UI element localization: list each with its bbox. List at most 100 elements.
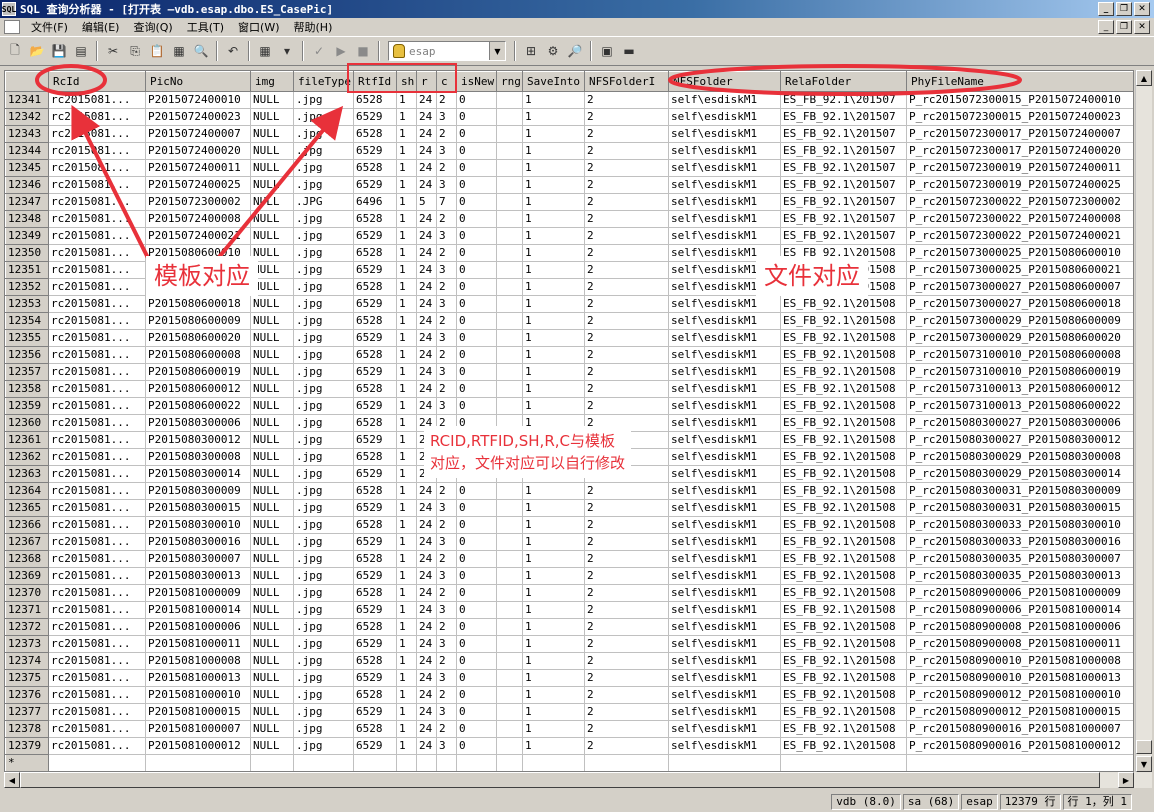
cell-phyfilename[interactable]: P_rc2015073000029_P2015080600020 xyxy=(906,329,1133,347)
cell-rng[interactable] xyxy=(496,499,523,517)
cell-rtfid[interactable]: 6529 xyxy=(353,703,397,721)
cell-c[interactable]: 3 xyxy=(436,601,457,619)
column-header-sh[interactable]: sh xyxy=(396,71,417,92)
cell-filetype[interactable]: .jpg xyxy=(293,159,354,177)
cell-nfsfolder[interactable]: self\esdiskM1 xyxy=(668,295,781,313)
cell-phyfilename[interactable]: P_rc2015080900006_P2015081000009 xyxy=(906,584,1133,602)
cell-nfsfolder[interactable]: self\esdiskM1 xyxy=(668,652,781,670)
cell-rcid[interactable]: rc2015081... xyxy=(48,669,146,687)
menu-window[interactable]: 窗口(W) xyxy=(231,19,286,35)
cell-sh[interactable]: 1 xyxy=(396,312,417,330)
cell-rng[interactable] xyxy=(496,652,523,670)
cell-c[interactable]: 3 xyxy=(436,108,457,126)
cell-isnew[interactable]: 0 xyxy=(456,652,497,670)
table-row[interactable]: 12368 rc2015081... P2015080300007 NULL .jpg 6… xyxy=(5,550,1133,568)
table-row[interactable]: 12359 rc2015081... P2015080600022 NULL .jpg 6… xyxy=(5,397,1133,415)
cell-isnew[interactable]: 0 xyxy=(456,363,497,381)
cell-filetype[interactable]: .jpg xyxy=(293,601,354,619)
cell-r[interactable]: 24 xyxy=(416,244,437,262)
cell-saveinto[interactable]: 1 xyxy=(522,363,585,381)
cell-img[interactable]: NULL xyxy=(250,567,294,585)
cell-nfsfolderi[interactable]: 2 xyxy=(584,482,669,500)
cell-isnew[interactable]: 0 xyxy=(456,516,497,534)
cell-isnew[interactable]: 0 xyxy=(456,142,497,160)
cell-phyfilename[interactable]: P_rc2015080300035_P2015080300013 xyxy=(906,567,1133,585)
cell-saveinto[interactable]: 1 xyxy=(522,516,585,534)
cell-rcid[interactable]: rc2015081... xyxy=(48,329,146,347)
cell-phyfilename[interactable]: P_rc2015073000025_P2015080600010 xyxy=(906,244,1133,262)
cell-phyfilename[interactable]: P_rc2015073000027_P2015080600007 xyxy=(906,278,1133,296)
scroll-right-arrow-icon[interactable]: ▶ xyxy=(1118,772,1134,788)
empty-cell[interactable] xyxy=(496,754,523,771)
cell-filetype[interactable]: .jpg xyxy=(293,550,354,568)
table-row[interactable]: 12366 rc2015081... P2015080300010 NULL .jpg 6… xyxy=(5,516,1133,534)
cell-sh[interactable]: 1 xyxy=(396,499,417,517)
cell-rng[interactable] xyxy=(496,669,523,687)
cell-picno[interactable]: P2015072400020 xyxy=(145,142,251,160)
cell-filetype[interactable]: .jpg xyxy=(293,142,354,160)
cell-r[interactable]: 24 xyxy=(416,295,437,313)
cell-isnew[interactable]: 0 xyxy=(456,329,497,347)
cell-saveinto[interactable]: 1 xyxy=(522,142,585,160)
cell-c[interactable]: 3 xyxy=(436,142,457,160)
cell-c[interactable]: 2 xyxy=(436,720,457,738)
cell-c[interactable]: 2 xyxy=(436,516,457,534)
cell-rtfid[interactable]: 6528 xyxy=(353,618,397,636)
column-header-filetype[interactable]: fileType xyxy=(293,71,354,92)
cell-saveinto[interactable]: 1 xyxy=(522,499,585,517)
cell-relafolder[interactable]: ES_FB_92.1\201508 xyxy=(780,465,907,483)
cell-filetype[interactable]: .jpg xyxy=(293,499,354,517)
table-row[interactable]: 12348 rc2015081... P2015072400008 NULL .jpg 6… xyxy=(5,210,1133,228)
row-number[interactable]: 12373 xyxy=(5,635,49,653)
cell-img[interactable]: NULL xyxy=(250,533,294,551)
cell-rtfid[interactable]: 6529 xyxy=(353,499,397,517)
cell-rtfid[interactable]: 6529 xyxy=(353,227,397,245)
cell-filetype[interactable]: .jpg xyxy=(293,669,354,687)
cell-nfsfolderi[interactable]: 2 xyxy=(584,601,669,619)
cell-rcid[interactable]: rc2015081... xyxy=(48,295,146,313)
cell-img[interactable]: NULL xyxy=(250,193,294,211)
cell-filetype[interactable]: .jpg xyxy=(293,397,354,415)
row-number[interactable]: 12354 xyxy=(5,312,49,330)
menu-edit[interactable]: 编辑(E) xyxy=(75,19,127,35)
cell-filetype[interactable]: .jpg xyxy=(293,703,354,721)
cell-picno[interactable]: P2015072400023 xyxy=(145,108,251,126)
cell-phyfilename[interactable]: P_rc2015080300033_P2015080300010 xyxy=(906,516,1133,534)
cell-picno[interactable]: P2015081000008 xyxy=(145,652,251,670)
cell-c[interactable]: 3 xyxy=(436,329,457,347)
cell-img[interactable]: NULL xyxy=(250,652,294,670)
cell-r[interactable]: 24 xyxy=(416,618,437,636)
cell-nfsfolder[interactable]: self\esdiskM1 xyxy=(668,363,781,381)
cell-nfsfolderi[interactable]: 2 xyxy=(584,227,669,245)
cell-img[interactable]: NULL xyxy=(250,516,294,534)
cell-nfsfolder[interactable]: self\esdiskM1 xyxy=(668,720,781,738)
cell-rcid[interactable]: rc2015081... xyxy=(48,176,146,194)
cell-c[interactable]: 3 xyxy=(436,703,457,721)
cell-filetype[interactable]: .jpg xyxy=(293,618,354,636)
cut-icon[interactable]: ✂ xyxy=(102,40,124,62)
cell-rcid[interactable]: rc2015081... xyxy=(48,550,146,568)
cell-phyfilename[interactable]: P_rc2015080900016_P2015081000012 xyxy=(906,737,1133,755)
cell-r[interactable]: 24 xyxy=(416,652,437,670)
cell-sh[interactable]: 1 xyxy=(396,669,417,687)
cell-rtfid[interactable]: 6529 xyxy=(353,108,397,126)
results-grid[interactable]: RcId PicNo img fileType RtfId sh r c isNew rng Sav… xyxy=(4,70,1134,772)
cell-r[interactable]: 24 xyxy=(416,91,437,109)
row-number[interactable]: 12376 xyxy=(5,686,49,704)
empty-cell[interactable] xyxy=(668,754,781,771)
cell-rng[interactable] xyxy=(496,397,523,415)
cell-isnew[interactable]: 0 xyxy=(456,669,497,687)
table-row[interactable]: 12370 rc2015081... P2015081000009 NULL .jpg 6… xyxy=(5,584,1133,602)
cell-isnew[interactable]: 0 xyxy=(456,91,497,109)
cell-rtfid[interactable]: 6529 xyxy=(353,635,397,653)
cell-nfsfolderi[interactable]: 2 xyxy=(584,380,669,398)
cell-c[interactable]: 2 xyxy=(436,278,457,296)
cell-nfsfolder[interactable]: self\esdiskM1 xyxy=(668,210,781,228)
cell-c[interactable]: 3 xyxy=(436,635,457,653)
cell-filetype[interactable]: .jpg xyxy=(293,465,354,483)
cell-phyfilename[interactable]: P_rc2015080300027_P2015080300006 xyxy=(906,414,1133,432)
cell-relafolder[interactable]: ES_FB_92.1\201508 xyxy=(780,601,907,619)
cell-nfsfolder[interactable]: self\esdiskM1 xyxy=(668,431,781,449)
cell-r[interactable]: 24 xyxy=(416,227,437,245)
row-number[interactable]: 12355 xyxy=(5,329,49,347)
